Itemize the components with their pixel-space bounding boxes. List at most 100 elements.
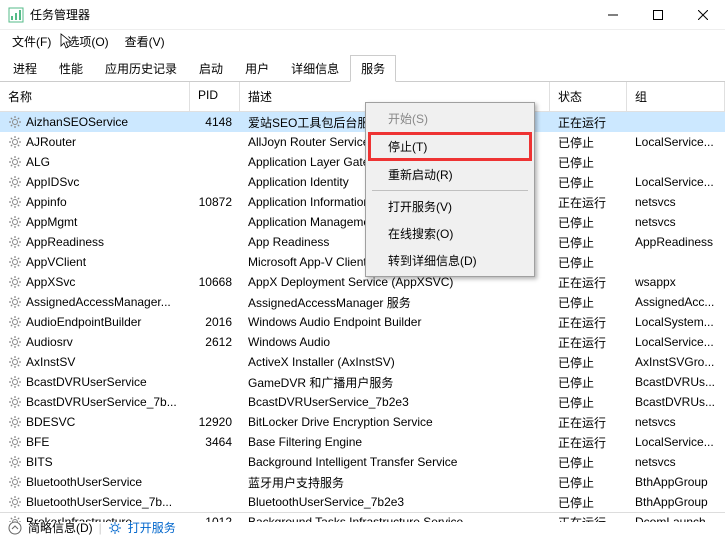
table-row[interactable]: AppXSvc10668AppX Deployment Service (App… [0,272,725,292]
tab-history[interactable]: 应用历史记录 [94,55,188,82]
cell-group: BthAppGroup [627,495,725,509]
service-icon [8,435,22,449]
tab-users[interactable]: 用户 [234,55,280,82]
cell-desc: Base Filtering Engine [240,435,550,449]
menu-view[interactable]: 查看(V) [119,31,171,52]
cell-pid: 4148 [190,115,240,129]
cell-pid: 10668 [190,275,240,289]
cell-group: AssignedAcc... [627,295,725,309]
expand-icon[interactable] [8,521,22,535]
cell-name: AxInstSV [0,355,190,369]
minimize-button[interactable] [590,0,635,30]
column-headers: 名称 PID 描述 状态 组 [0,82,725,112]
table-row[interactable]: AizhanSEOService4148爱站SEO工具包后台服务正在运行 [0,112,725,132]
cell-status: 已停止 [550,234,627,251]
menu-options[interactable]: 选项(O) [61,31,114,52]
service-icon [8,395,22,409]
table-row[interactable]: AJRouterAllJoyn Router Service已停止LocalSe… [0,132,725,152]
table-row[interactable]: AudioEndpointBuilder2016Windows Audio En… [0,312,725,332]
table-row[interactable]: BluetoothUserService_7b... BluetoothUserS… [0,492,725,512]
cell-status: 已停止 [550,134,627,151]
service-icon [8,175,22,189]
table-row[interactable]: AppReadinessApp Readiness已停止AppReadiness [0,232,725,252]
col-name[interactable]: 名称 [0,82,190,111]
service-icon [8,315,22,329]
cell-status: 已停止 [550,174,627,191]
ctx-search-online[interactable]: 在线搜索(O) [368,220,532,247]
tab-services[interactable]: 服务 [350,55,396,82]
col-status[interactable]: 状态 [550,82,627,111]
cell-status: 已停止 [550,154,627,171]
cell-pid: 3464 [190,435,240,449]
col-pid[interactable]: PID [190,82,240,111]
table-row[interactable]: BcastDVRUserServiceGameDVR 和广播用户服务已停止Bca… [0,372,725,392]
cell-group: LocalService... [627,135,725,149]
cell-name: BDESVC [0,415,190,429]
cell-group: AxInstSVGro... [627,355,725,369]
fewer-details-link[interactable]: 简略信息(D) [28,519,93,536]
tab-startup[interactable]: 启动 [188,55,234,82]
menu-file[interactable]: 文件(F) [6,31,57,52]
cell-status: 已停止 [550,214,627,231]
service-icon [8,275,22,289]
table-row[interactable]: Audiosrv2612Windows Audio正在运行LocalServic… [0,332,725,352]
tab-performance[interactable]: 性能 [48,55,94,82]
cell-name: Appinfo [0,195,190,209]
cell-status: 已停止 [550,294,627,311]
cell-status: 已停止 [550,374,627,391]
table-row[interactable]: AppVClientMicrosoft App-V Client已停止 [0,252,725,272]
cell-name: BluetoothUserService_7b... [0,495,190,509]
table-row[interactable]: BITSBackground Intelligent Transfer Serv… [0,452,725,472]
services-table: 名称 PID 描述 状态 组 AizhanSEOService4148爱站SEO… [0,82,725,522]
table-row[interactable]: BFE3464Base Filtering Engine正在运行LocalSer… [0,432,725,452]
ctx-open-services[interactable]: 打开服务(V) [368,193,532,220]
table-row[interactable]: AssignedAccessManager...AssignedAccessMa… [0,292,725,312]
cell-status: 已停止 [550,474,627,491]
cell-status: 已停止 [550,354,627,371]
tab-details[interactable]: 详细信息 [280,55,350,82]
open-services-link[interactable]: 打开服务 [128,519,176,536]
cell-name: AppReadiness [0,235,190,249]
cell-status: 已停止 [550,394,627,411]
table-row[interactable]: AppMgmtApplication Management已停止netsvcs [0,212,725,232]
table-row[interactable]: ALGApplication Layer Gateway Se已停止 [0,152,725,172]
cell-group: LocalService... [627,175,725,189]
cell-status: 正在运行 [550,194,627,211]
cell-group: BcastDVRUs... [627,395,725,409]
cell-status: 正在运行 [550,434,627,451]
table-row[interactable]: BcastDVRUserService_7b...BcastDVRUserSer… [0,392,725,412]
ctx-goto-details[interactable]: 转到详细信息(D) [368,247,532,274]
cell-desc: BluetoothUserService_7b2e3 [240,495,550,509]
table-row[interactable]: AxInstSVActiveX Installer (AxInstSV)已停止A… [0,352,725,372]
cell-group: LocalSystem... [627,315,725,329]
titlebar: 任务管理器 [0,0,725,30]
close-button[interactable] [680,0,725,30]
ctx-stop[interactable]: 停止(T) [368,132,532,161]
cell-name: AppXSvc [0,275,190,289]
service-icon [8,355,22,369]
table-row[interactable]: BluetoothUserService蓝牙用户支持服务已停止BthAppGro… [0,472,725,492]
cell-pid: 10872 [190,195,240,209]
cell-name: AudioEndpointBuilder [0,315,190,329]
ctx-restart[interactable]: 重新启动(R) [368,161,532,188]
service-icon [8,415,22,429]
cell-desc: BitLocker Drive Encryption Service [240,415,550,429]
cell-name: AppVClient [0,255,190,269]
cell-name: BcastDVRUserService [0,375,190,389]
cell-desc: 蓝牙用户支持服务 [240,474,550,491]
cell-group: LocalService... [627,435,725,449]
table-row[interactable]: BDESVC12920BitLocker Drive Encryption Se… [0,412,725,432]
cell-desc: Windows Audio Endpoint Builder [240,315,550,329]
table-row[interactable]: Appinfo10872Application Information正在运行n… [0,192,725,212]
service-icon [8,255,22,269]
table-row[interactable]: AppIDSvcApplication Identity已停止LocalServ… [0,172,725,192]
cell-pid: 2016 [190,315,240,329]
maximize-button[interactable] [635,0,680,30]
cell-pid: 12920 [190,415,240,429]
tab-processes[interactable]: 进程 [2,55,48,82]
cell-group: netsvcs [627,415,725,429]
cell-desc: GameDVR 和广播用户服务 [240,374,550,391]
col-group[interactable]: 组 [627,82,725,111]
cell-pid: 2612 [190,335,240,349]
statusbar: 简略信息(D) | 打开服务 [0,512,725,542]
